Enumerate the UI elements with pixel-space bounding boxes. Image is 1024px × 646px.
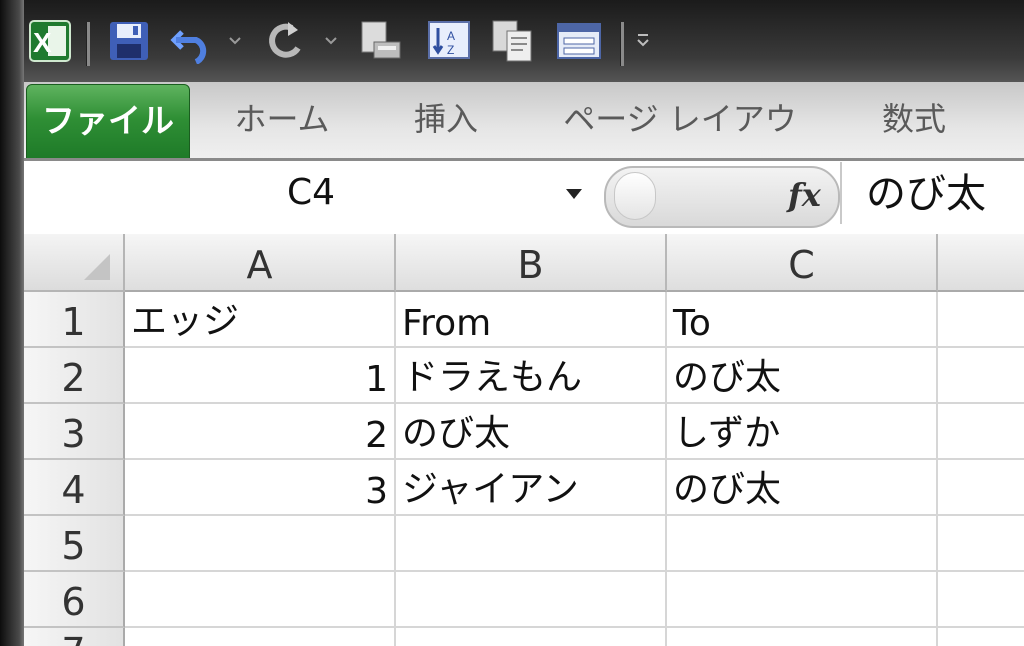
name-box-dropdown-icon[interactable] xyxy=(566,186,582,199)
cell-a4[interactable]: 3 xyxy=(125,460,396,516)
undo-dropdown-icon[interactable] xyxy=(228,30,242,50)
column-header-c[interactable]: C xyxy=(667,234,938,292)
cell-d2[interactable] xyxy=(938,348,1024,404)
svg-text:X: X xyxy=(33,27,52,58)
formula-bar-expand-knob[interactable] xyxy=(614,172,656,220)
cell-d4[interactable] xyxy=(938,460,1024,516)
cell-a3[interactable]: 2 xyxy=(125,404,396,460)
cell-b7[interactable] xyxy=(396,628,667,646)
formula-bar-divider xyxy=(840,162,842,224)
cell-b4[interactable]: ジャイアン xyxy=(396,460,667,516)
cell-b5[interactable] xyxy=(396,516,667,572)
cell-a5[interactable] xyxy=(125,516,396,572)
undo-icon[interactable] xyxy=(170,18,216,64)
cell-c6[interactable] xyxy=(667,572,938,628)
cell-a6[interactable] xyxy=(125,572,396,628)
cell-d6[interactable] xyxy=(938,572,1024,628)
select-all-icon xyxy=(84,254,110,280)
cell-c7[interactable] xyxy=(667,628,938,646)
customize-qat-icon[interactable] xyxy=(636,30,650,50)
row-header-7[interactable]: 7 xyxy=(24,628,125,646)
insert-function-button[interactable]: fx xyxy=(788,170,832,220)
tab-formulas[interactable]: 数式 xyxy=(862,86,966,156)
cell-a1[interactable]: エッジ xyxy=(125,292,396,348)
column-header-b[interactable]: B xyxy=(396,234,667,292)
row-header-6[interactable]: 6 xyxy=(24,572,125,628)
svg-text:A: A xyxy=(447,29,455,43)
formula-input[interactable]: のび太 xyxy=(866,162,1024,224)
row-header-4[interactable]: 4 xyxy=(24,460,125,516)
window-left-edge xyxy=(0,0,24,646)
tab-insert[interactable]: 挿入 xyxy=(396,86,496,156)
row-header-1[interactable]: 1 xyxy=(24,292,125,348)
cell-b1[interactable]: From xyxy=(396,292,667,348)
cell-b6[interactable] xyxy=(396,572,667,628)
cell-b2[interactable]: ドラえもん xyxy=(396,348,667,404)
form-icon[interactable] xyxy=(556,18,602,64)
cell-c3[interactable]: しずか xyxy=(667,404,938,460)
redo-dropdown-icon[interactable] xyxy=(324,30,338,50)
cell-c1[interactable]: To xyxy=(667,292,938,348)
cell-d3[interactable] xyxy=(938,404,1024,460)
cell-d1[interactable] xyxy=(938,292,1024,348)
quick-access-toolbar: X AZ xyxy=(0,0,1024,82)
tab-page-layout[interactable]: ページ レイアウト xyxy=(548,86,812,204)
cell-d5[interactable] xyxy=(938,516,1024,572)
svg-text:Z: Z xyxy=(447,43,454,57)
column-header-d[interactable] xyxy=(938,234,1024,292)
row-header-2[interactable]: 2 xyxy=(24,348,125,404)
cell-c4[interactable]: のび太 xyxy=(667,460,938,516)
tab-home[interactable]: ホーム xyxy=(214,86,350,156)
row-header-3[interactable]: 3 xyxy=(24,404,125,460)
cell-b3[interactable]: のび太 xyxy=(396,404,667,460)
save-icon[interactable] xyxy=(106,18,152,64)
cell-c2[interactable]: のび太 xyxy=(667,348,938,404)
copy-format-icon[interactable] xyxy=(490,18,536,64)
tab-file[interactable]: ファイル xyxy=(26,84,190,160)
row-header-5[interactable]: 5 xyxy=(24,516,125,572)
column-header-a[interactable]: A xyxy=(125,234,396,292)
toolbar-separator xyxy=(86,22,90,66)
cell-a2[interactable]: 1 xyxy=(125,348,396,404)
cell-a7[interactable] xyxy=(125,628,396,646)
sort-icon[interactable]: AZ xyxy=(426,18,472,64)
cell-d7[interactable] xyxy=(938,628,1024,646)
toolbar-separator xyxy=(620,22,624,66)
name-box[interactable]: C4 xyxy=(26,162,596,224)
print-preview-icon[interactable] xyxy=(358,18,404,64)
cell-c5[interactable] xyxy=(667,516,938,572)
excel-logo-icon[interactable]: X xyxy=(28,18,74,64)
redo-icon[interactable] xyxy=(262,18,308,64)
